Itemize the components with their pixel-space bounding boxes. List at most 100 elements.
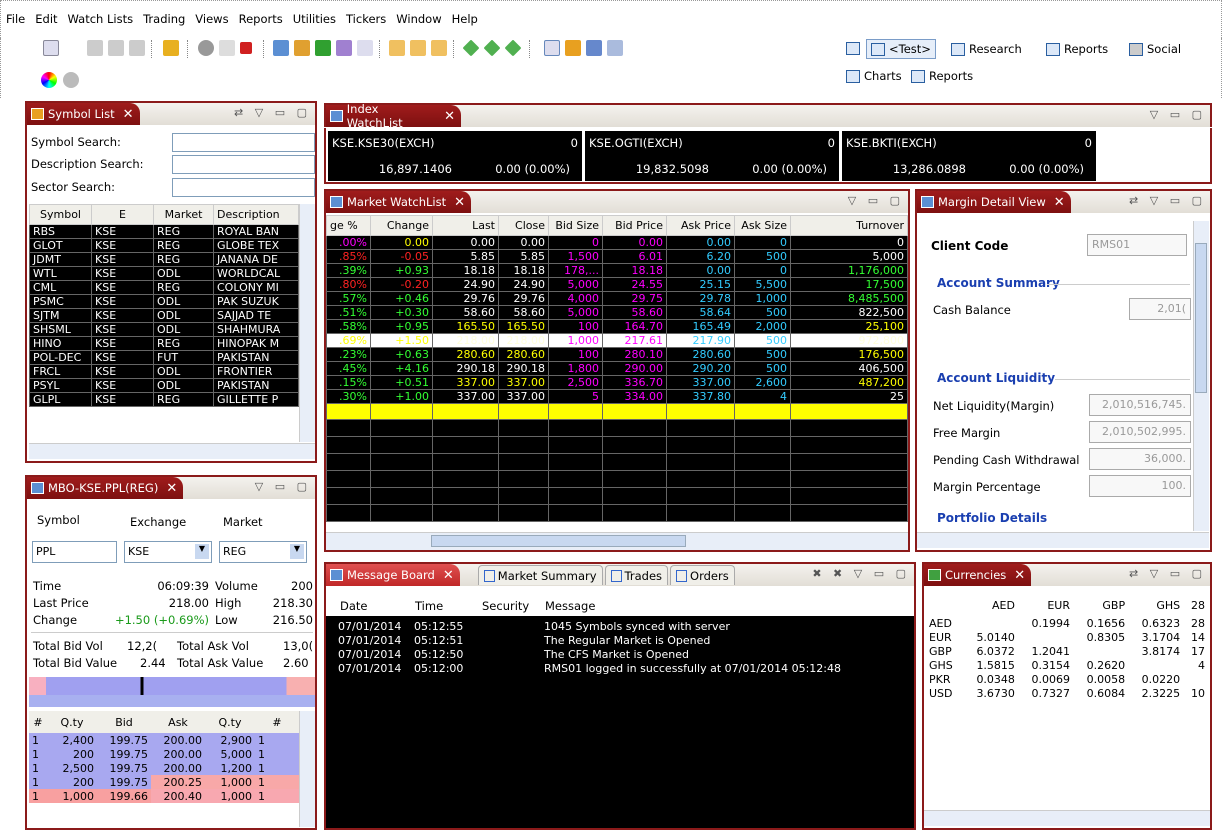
table-row[interactable]: PSYL KSE ODL PAKISTAN bbox=[29, 378, 299, 393]
col-header[interactable]: Bid Price bbox=[602, 215, 667, 236]
depth-row[interactable]: 1 200 199.75 200.00 5,000 1 bbox=[29, 747, 299, 761]
col-header[interactable]: Last bbox=[432, 215, 499, 236]
table-row[interactable]: .15% +0.51 337.00 337.00 2,500 336.70 337.00 2,… bbox=[326, 375, 908, 390]
mbo-vscroll[interactable] bbox=[299, 711, 315, 827]
col-security[interactable]: Security bbox=[482, 599, 529, 613]
menu-utilities[interactable]: Utilities bbox=[288, 12, 341, 26]
perspective-test[interactable]: <Test> bbox=[866, 39, 936, 59]
table-row[interactable]: GLOT KSE REG GLOBE TEX bbox=[29, 238, 299, 253]
table-row[interactable]: HINO KSE REG HINOPAK M bbox=[29, 336, 299, 351]
currency-row[interactable]: AED 0.1994 0.1656 0.6323 28 bbox=[926, 616, 1208, 630]
index-watchlist-tab[interactable]: Index WatchList ✕ bbox=[326, 102, 461, 130]
message-row[interactable]: 07/01/2014 05:12:00 RMS01 logged in succes… bbox=[326, 662, 914, 676]
tab-message-board[interactable]: Message Board ✕ bbox=[326, 564, 460, 586]
col-date[interactable]: Date bbox=[340, 599, 368, 613]
depth-row[interactable]: 1 200 199.75 200.25 1,000 1 bbox=[29, 775, 299, 789]
table-row[interactable]: .85% -0.05 5.85 5.85 1,500 6.01 6.20 500 5,000 bbox=[326, 249, 908, 264]
symbol-list-vscroll[interactable] bbox=[299, 204, 315, 442]
table-row[interactable]: .00% 0.00 0.00 0.00 0 0.00 0.00 0 0 bbox=[326, 235, 908, 250]
message-row[interactable]: 07/01/2014 05:12:51 The Regular Market is … bbox=[326, 634, 914, 648]
cancel-order-icon[interactable] bbox=[357, 40, 373, 56]
lock-icon[interactable] bbox=[163, 40, 179, 56]
document-icon[interactable] bbox=[544, 40, 560, 56]
currencies-hscroll[interactable] bbox=[924, 810, 1210, 826]
stop-icon[interactable] bbox=[240, 42, 252, 54]
currency-row[interactable]: USD 3.6730 0.7327 0.6084 2.3225 10 bbox=[926, 686, 1208, 700]
window-controls[interactable]: ⇄ ▽ ▭ ▢ bbox=[234, 106, 311, 119]
table-row[interactable]: PSMC KSE ODL PAK SUZUK bbox=[29, 294, 299, 309]
table-row[interactable]: RBS KSE REG ROYAL BAN bbox=[29, 224, 299, 239]
col-message[interactable]: Message bbox=[545, 599, 595, 613]
sell-icon[interactable] bbox=[294, 40, 310, 56]
order-icon[interactable] bbox=[315, 40, 331, 56]
message-row[interactable]: 07/01/2014 05:12:50 The CFS Market is Open… bbox=[326, 648, 914, 662]
perspective-reports-2[interactable]: Reports bbox=[911, 69, 973, 83]
table-row[interactable]: .23% +0.63 280.60 280.60 100 280.10 280.60 500 1… bbox=[326, 347, 908, 362]
market-watchlist-tab[interactable]: Market WatchList ✕ bbox=[326, 191, 471, 213]
col-header[interactable]: Close bbox=[498, 215, 549, 236]
diamond-icon-1[interactable] bbox=[462, 39, 480, 57]
table-row[interactable]: .45% +4.16 290.18 290.18 1,800 290.00 290.20 50… bbox=[326, 361, 908, 376]
open-perspective-icon[interactable] bbox=[846, 42, 860, 55]
report-icon-3[interactable] bbox=[431, 40, 447, 56]
symbol-search-input[interactable] bbox=[172, 133, 315, 152]
menu-help[interactable]: Help bbox=[447, 12, 483, 26]
table-row[interactable]: .30% +1.00 337.00 337.00 5 334.00 337.80 4 25 bbox=[326, 389, 908, 404]
currency-row[interactable]: PKR 0.0348 0.0069 0.0058 0.0220 bbox=[926, 672, 1208, 686]
col-header[interactable]: ge % bbox=[326, 215, 371, 236]
sector-search-input[interactable] bbox=[172, 178, 315, 197]
tab-orders[interactable]: Orders bbox=[670, 565, 735, 585]
col-description[interactable]: Description bbox=[213, 204, 299, 225]
currency-col-header[interactable] bbox=[926, 594, 963, 616]
close-icon[interactable]: ✕ bbox=[443, 568, 454, 583]
index-item[interactable]: KSE.BKTI(EXCH) 0 13,286.0898 0.00 (0.00%) bbox=[842, 131, 1096, 181]
mbo-tab[interactable]: MBO-KSE.PPL(REG) ✕ bbox=[27, 477, 184, 499]
table-row[interactable]: WTL KSE ODL WORLDCAL bbox=[29, 266, 299, 281]
index-item[interactable]: KSE.KSE30(EXCH) 0 16,897.1406 0.00 (0.00%) bbox=[328, 131, 582, 181]
col-header[interactable]: Turnover bbox=[790, 215, 908, 236]
tab-trades[interactable]: Trades bbox=[604, 565, 669, 585]
perspective-research[interactable]: Research bbox=[951, 42, 1022, 56]
close-icon[interactable]: ✕ bbox=[123, 107, 134, 122]
col-header[interactable]: Bid Size bbox=[548, 215, 603, 236]
col-header[interactable]: Ask Price bbox=[666, 215, 735, 236]
close-icon[interactable]: ✕ bbox=[444, 109, 455, 124]
hscroll-thumb[interactable] bbox=[431, 535, 686, 547]
buy-icon[interactable] bbox=[273, 40, 289, 56]
amend-icon[interactable] bbox=[336, 40, 352, 56]
perspective-social[interactable]: Social bbox=[1129, 42, 1181, 56]
currency-col-header[interactable]: 28 bbox=[1183, 594, 1208, 616]
menu-file[interactable]: File bbox=[1, 12, 30, 26]
depth-row[interactable]: 1 1,000 199.66 200.40 1,000 1 bbox=[29, 789, 299, 803]
window-controls[interactable]: ⇄ ▽ ▭ ▢ bbox=[1129, 567, 1206, 580]
menu-tickers[interactable]: Tickers bbox=[341, 12, 391, 26]
color-wheel-icon[interactable] bbox=[41, 72, 57, 88]
close-icon[interactable]: ✕ bbox=[1014, 568, 1025, 583]
table-icon[interactable] bbox=[607, 40, 623, 56]
currency-row[interactable]: GHS 1.5815 0.3154 0.2620 4 bbox=[926, 658, 1208, 672]
currency-row[interactable]: GBP 6.0372 1.2041 3.8174 17 bbox=[926, 644, 1208, 658]
window-controls[interactable]: ▽ ▭ ▢ bbox=[848, 194, 904, 207]
margin-tab[interactable]: Margin Detail View ✕ bbox=[917, 191, 1071, 213]
table-row[interactable]: FRCL KSE ODL FRONTIER bbox=[29, 364, 299, 379]
col-time[interactable]: Time bbox=[415, 599, 443, 613]
portfolio-icon[interactable] bbox=[565, 40, 581, 56]
save-all-icon[interactable] bbox=[108, 40, 124, 56]
mbo-market-select[interactable]: REG ▼ bbox=[219, 541, 307, 563]
diamond-icon-3[interactable] bbox=[504, 39, 522, 57]
margin-hscroll[interactable] bbox=[917, 532, 1209, 548]
table-row[interactable]: .69% +1.50 218.00 218.00 1,000 217.61 217.90 50… bbox=[326, 333, 908, 348]
table-row[interactable]: .80% -0.20 24.90 24.90 5,000 24.55 25.15 5,500 1… bbox=[326, 277, 908, 292]
new-icon[interactable] bbox=[43, 40, 59, 56]
report-icon-2[interactable] bbox=[410, 40, 426, 56]
mbo-symbol-input[interactable]: PPL bbox=[32, 541, 117, 563]
table-row[interactable]: .51% +0.30 58.60 58.60 5,000 58.60 58.64 500 822… bbox=[326, 305, 908, 320]
menu-edit[interactable]: Edit bbox=[30, 12, 62, 26]
message-row[interactable]: 07/01/2014 05:12:55 1045 Symbols synced wi… bbox=[326, 620, 914, 634]
client-code-field[interactable]: RMS01 bbox=[1087, 234, 1187, 256]
menu-window[interactable]: Window bbox=[391, 12, 446, 26]
symbol-list-tab[interactable]: Symbol List ✕ bbox=[27, 103, 140, 125]
depth-row[interactable]: 1 2,400 199.75 200.00 2,900 1 bbox=[29, 733, 299, 747]
currency-row[interactable]: EUR 5.0140 0.8305 3.1704 14 bbox=[926, 630, 1208, 644]
col-symbol[interactable]: Symbol bbox=[29, 204, 92, 225]
